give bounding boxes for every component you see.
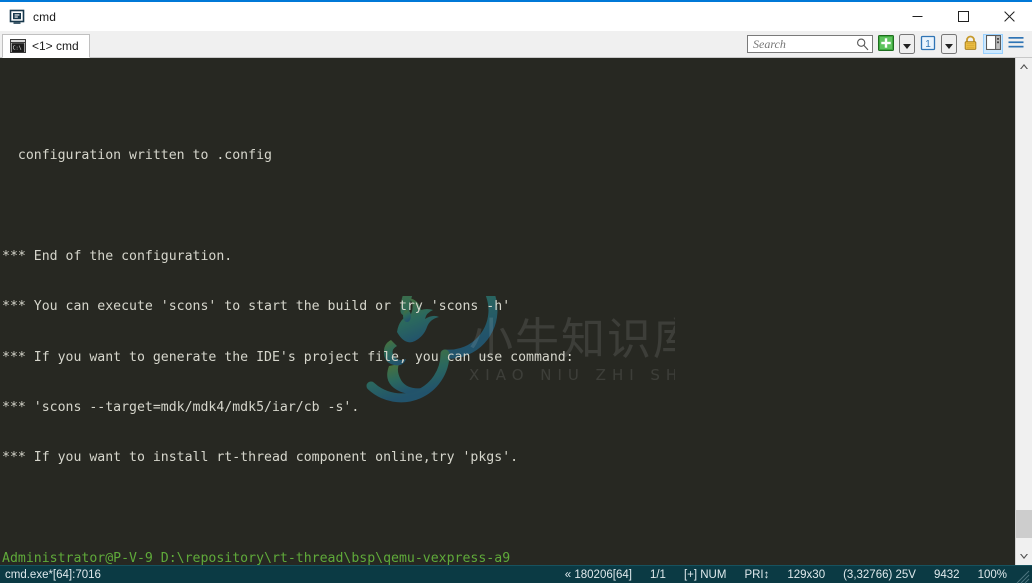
minimize-button[interactable] — [894, 2, 940, 31]
terminal-line: configuration written to .config — [2, 147, 272, 163]
scrollbar-down-button[interactable] — [1016, 548, 1032, 565]
terminal-line: *** End of the configuration. — [2, 248, 233, 264]
status-priority: PRI↕ — [744, 568, 770, 581]
window-controls — [894, 2, 1032, 31]
chevron-down-icon — [945, 37, 953, 52]
window-list-button[interactable]: 1 — [918, 34, 938, 54]
search-box[interactable] — [747, 35, 873, 53]
tab-cmd-1[interactable]: C:\ <1> cmd — [2, 34, 90, 58]
terminal-area: 小牛知识库 XIAO NIU ZHI SHI KU configuration … — [0, 58, 1032, 565]
terminal-line: *** 'scons --target=mdk/mdk4/mdk5/iar/cb… — [2, 399, 360, 415]
window-1-icon: 1 — [920, 35, 936, 54]
toolbar: 1 — [747, 34, 1032, 57]
scrollbar-up-button[interactable] — [1016, 58, 1032, 75]
terminal-line: *** You can execute 'scons' to start the… — [2, 299, 511, 315]
menu-button[interactable] — [1006, 34, 1026, 54]
tab-bar: C:\ <1> cmd — [0, 31, 90, 58]
green-plus-icon — [878, 34, 894, 54]
tab-toolbar-strip: C:\ <1> cmd Search 1 — [0, 31, 1032, 58]
title-bar-left: cmd — [0, 9, 56, 25]
split-pane-icon — [985, 34, 1001, 53]
status-memory: 9432 — [933, 568, 960, 581]
scrollbar-track[interactable] — [1016, 75, 1032, 548]
terminal-line: *** If you want to generate the IDE's pr… — [2, 349, 574, 365]
terminal-output[interactable]: 小牛知识库 XIAO NIU ZHI SHI KU configuration … — [0, 58, 1015, 565]
cmd-window: cmd C:\ <1> cmd Search 1 小牛知识 XIAO NIU Z… — [0, 0, 1032, 583]
svg-text:C:\: C:\ — [13, 46, 22, 52]
resize-grip[interactable] — [1016, 566, 1030, 584]
status-right-group: « 180206[64] 1/1 [+] NUM PRI↕ 129x30 (3,… — [556, 566, 1032, 584]
close-button[interactable] — [986, 2, 1032, 31]
title-bar: cmd — [0, 0, 1032, 31]
status-cursor-position: (3,32766) 25V — [843, 568, 916, 581]
status-version: « 180206[64] — [564, 568, 632, 581]
search-icon — [856, 38, 869, 51]
console-icon: C:\ — [10, 39, 26, 53]
maximize-button[interactable] — [940, 2, 986, 31]
new-tab-dropdown[interactable] — [899, 34, 915, 54]
terminal-lines: configuration written to .config *** End… — [0, 64, 1015, 565]
status-num-lock: [+] NUM — [683, 568, 727, 581]
status-bar: cmd.exe*[64]:7016 « 180206[64] 1/1 [+] N… — [0, 565, 1032, 583]
window-list-dropdown[interactable] — [941, 34, 957, 54]
terminal-scrollbar[interactable] — [1015, 58, 1032, 565]
cmd-window-icon — [9, 9, 25, 25]
svg-text:1: 1 — [925, 39, 931, 50]
new-tab-button[interactable] — [876, 34, 896, 54]
window-title: cmd — [33, 9, 56, 24]
status-process: cmd.exe*[64]:7016 — [5, 568, 101, 581]
lock-icon — [963, 35, 978, 54]
tab-label: <1> cmd — [32, 39, 79, 53]
lock-button[interactable] — [960, 34, 980, 54]
search-input[interactable] — [748, 36, 872, 52]
chevron-down-icon — [903, 37, 911, 52]
terminal-prompt-line: Administrator@P-V-9 D:\repository\rt-thr… — [2, 551, 511, 565]
hamburger-menu-icon — [1008, 36, 1024, 52]
status-zoom: 100% — [977, 568, 1007, 581]
status-tab-index: 1/1 — [649, 568, 666, 581]
status-size: 129x30 — [787, 568, 826, 581]
scrollbar-thumb[interactable] — [1016, 510, 1032, 538]
terminal-line: *** If you want to install rt-thread com… — [2, 450, 519, 466]
split-pane-button[interactable] — [983, 34, 1003, 54]
